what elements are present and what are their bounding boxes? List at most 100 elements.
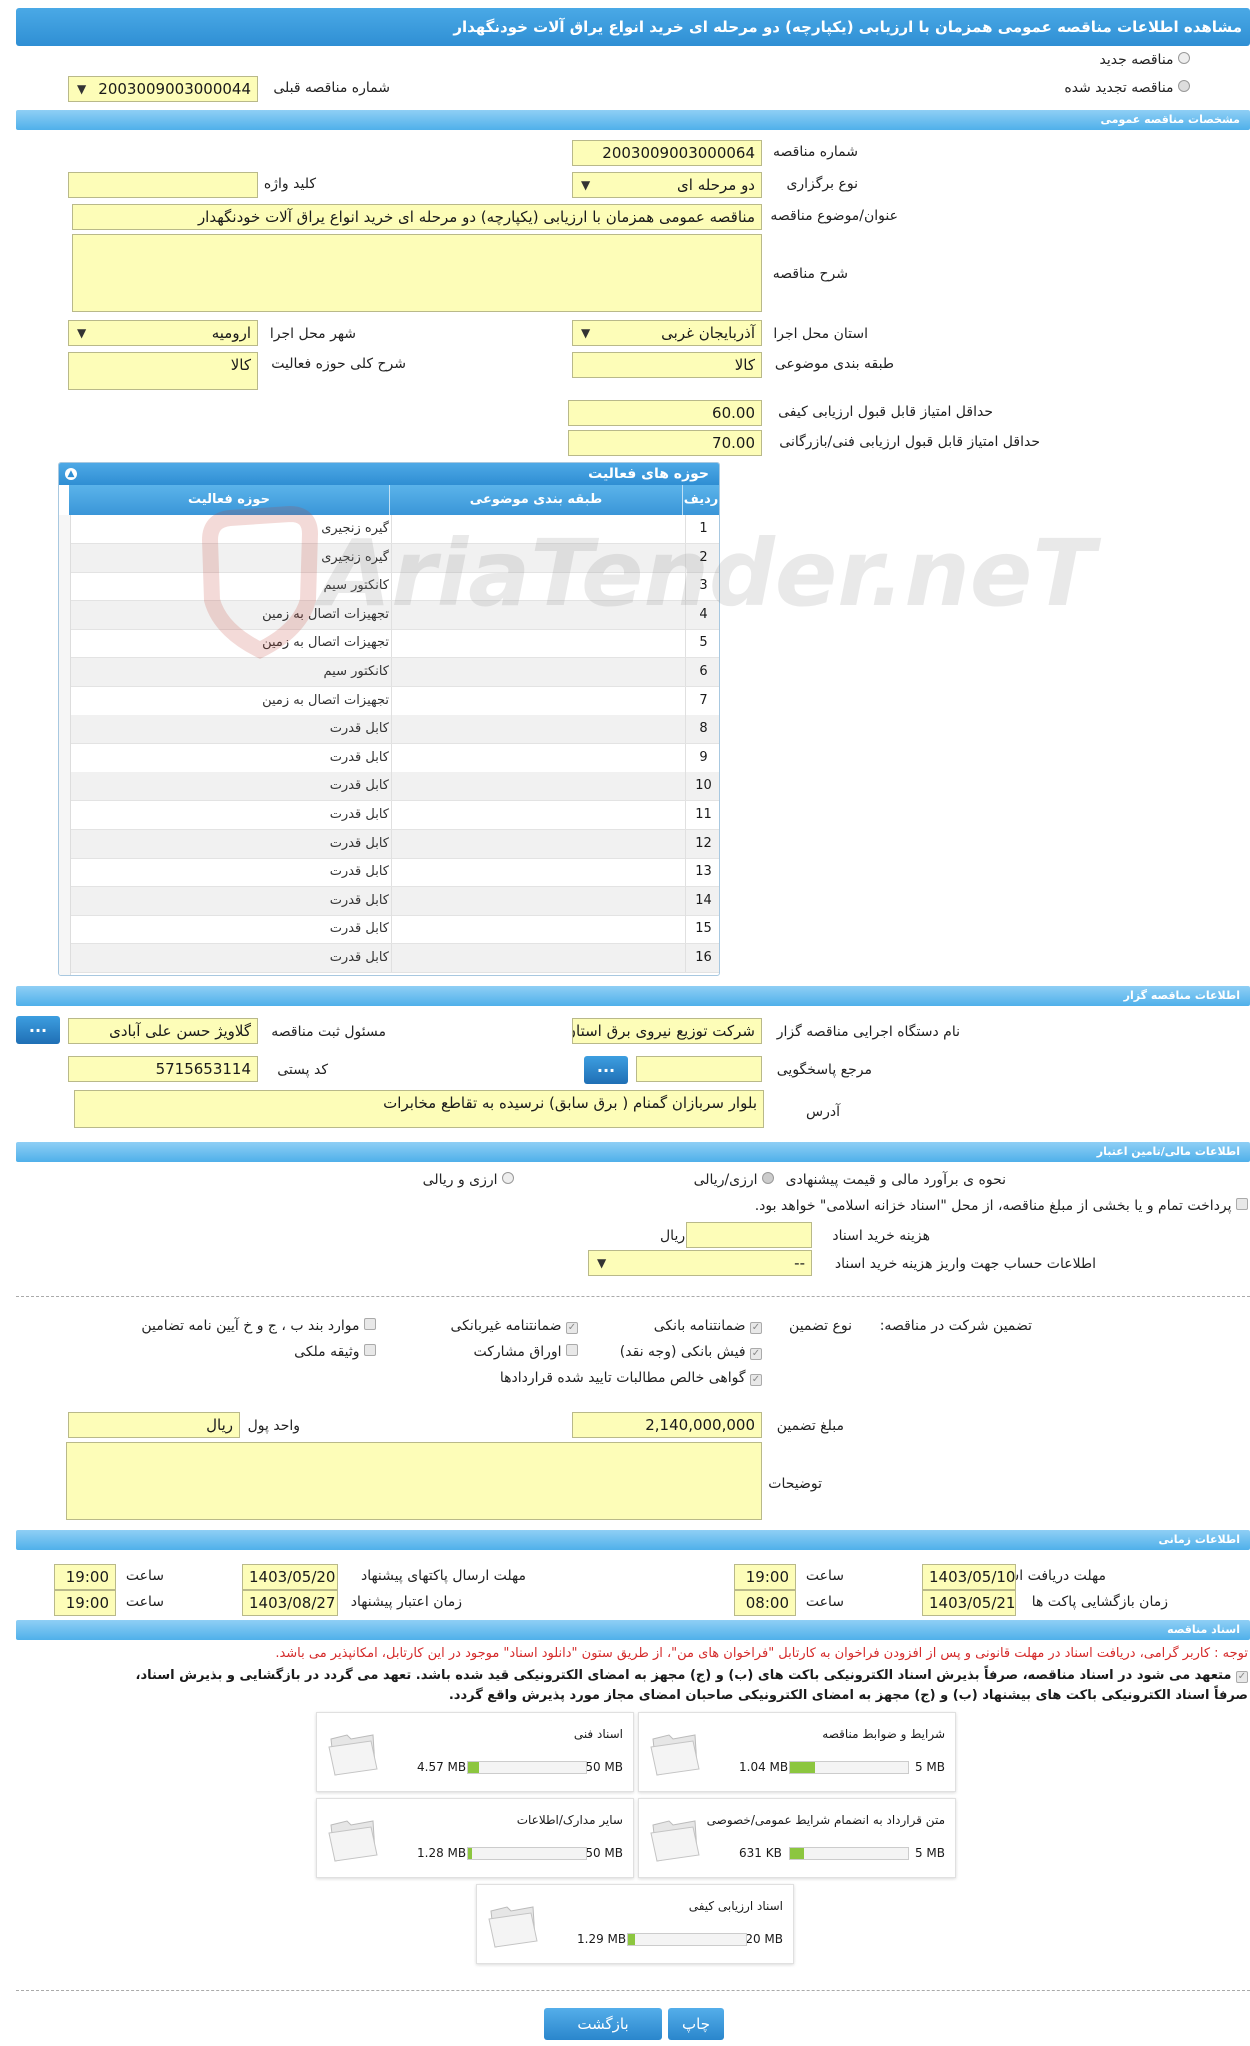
- section-general: مشخصات مناقصه عمومی: [16, 110, 1250, 130]
- radio-new-icon[interactable]: [1178, 52, 1190, 64]
- row-category: [391, 886, 685, 915]
- doc-name: سایر مدارک/اطلاعات: [516, 1813, 623, 1827]
- estimate-opt2-label: ارزی و ریالی: [422, 1172, 498, 1188]
- guarantee-type-6[interactable]: وثیقه ملکی: [294, 1344, 376, 1360]
- min-quality-field: 60.00: [568, 400, 762, 426]
- doc-progress-fill: [468, 1762, 479, 1773]
- account-value: --: [794, 1254, 805, 1272]
- grid-scrollbar[interactable]: [59, 515, 71, 975]
- print-button[interactable]: چاپ: [668, 2008, 724, 2040]
- row-number: 11: [685, 801, 719, 829]
- estimate-opt1[interactable]: ارزی/ریالی: [694, 1172, 774, 1188]
- estimate-opt2-radio-icon[interactable]: [502, 1172, 514, 1184]
- doc-card-1[interactable]: شرایط و ضوابط مناقصه 5 MB 1.04 MB: [638, 1712, 956, 1792]
- estimate-opt2[interactable]: ارزی و ریالی: [423, 1172, 514, 1188]
- table-row[interactable]: 12 کابل قدرت: [71, 829, 719, 859]
- doc-cost-unit: ریال: [660, 1228, 686, 1244]
- back-button[interactable]: بازگشت: [544, 2008, 662, 2040]
- guarantee-type-3-label: موارد بند ب ، ج و خ آیین نامه تضامین: [141, 1318, 360, 1334]
- response-ref-lookup-button[interactable]: ...: [584, 1056, 628, 1084]
- commitment-line-1: ✓ متعهد می شود در اسناد مناقصه، صرفاً بذ…: [136, 1668, 1248, 1683]
- currency-label: واحد پول: [247, 1418, 300, 1434]
- table-row[interactable]: 5 تجهیزات اتصال به زمین: [71, 629, 719, 659]
- treasury-checkbox-icon[interactable]: [1236, 1198, 1248, 1210]
- table-row[interactable]: 9 کابل قدرت: [71, 743, 719, 773]
- holding-type-label: نوع برگزاری: [786, 176, 858, 192]
- table-row[interactable]: 14 کابل قدرت: [71, 886, 719, 916]
- table-row[interactable]: 2 گیره زنجیری: [71, 543, 719, 573]
- commitment-text-1: متعهد می شود در اسناد مناقصه، صرفاً بذیر…: [135, 1668, 1232, 1683]
- divider: [16, 1296, 1250, 1297]
- row-activity: گیره زنجیری: [321, 521, 389, 536]
- estimate-label: نحوه ی برآورد مالی و قیمت پیشنهادی: [785, 1172, 1006, 1188]
- guarantee-type-1-label: ضمانتنامه بانکی: [653, 1318, 746, 1334]
- doc-card-2[interactable]: اسناد فنی 50 MB 4.57 MB: [316, 1712, 634, 1792]
- description-label: شرح مناقصه: [772, 266, 848, 282]
- commit-checkbox-icon[interactable]: ✓: [1236, 1671, 1248, 1683]
- registrar-lookup-button[interactable]: ...: [16, 1016, 60, 1044]
- checkbox-icon[interactable]: [566, 1344, 578, 1356]
- table-row[interactable]: 15 کابل قدرت: [71, 915, 719, 945]
- checkbox-icon[interactable]: ✓: [750, 1322, 762, 1334]
- table-row[interactable]: 4 تجهیزات اتصال به زمین: [71, 600, 719, 630]
- postal-field: 5715653114: [68, 1056, 258, 1082]
- doc-card-4[interactable]: سایر مدارک/اطلاعات 50 MB 1.28 MB: [316, 1798, 634, 1878]
- page-title: مشاهده اطلاعات مناقصه عمومی همزمان با ار…: [453, 18, 1242, 36]
- validity-field: 1403/08/27: [242, 1590, 338, 1616]
- table-row[interactable]: 8 کابل قدرت: [71, 715, 719, 745]
- activity-grid: حوزه های فعالیت ▲ ردیف طبقه بندی موضوعی …: [58, 462, 720, 976]
- guarantee-type-7[interactable]: ✓ گواهی خالص مطالبات تایید شده قراردادها: [500, 1370, 762, 1386]
- row-activity: کابل قدرت: [329, 835, 389, 851]
- province-select[interactable]: آذربایجان غربی ▼: [572, 320, 762, 346]
- guarantee-type-2[interactable]: ✓ ضمانتنامه غیربانکی: [451, 1318, 578, 1334]
- row-category: [391, 829, 685, 858]
- description-field: [72, 234, 762, 312]
- min-technical-field: 70.00: [568, 430, 762, 456]
- previous-tender-select[interactable]: 2003009003000044 ▼: [68, 76, 258, 102]
- opening-time-label: ساعت: [805, 1594, 844, 1610]
- checkbox-icon[interactable]: ✓: [750, 1374, 762, 1386]
- row-category: [391, 772, 685, 801]
- table-row[interactable]: 10 کابل قدرت: [71, 772, 719, 802]
- radio-new-tender[interactable]: مناقصه جدید: [1100, 52, 1190, 68]
- collapse-icon[interactable]: ▲: [65, 468, 77, 480]
- account-select[interactable]: -- ▼: [588, 1250, 812, 1276]
- table-row[interactable]: 16 کابل قدرت: [71, 944, 719, 973]
- activity-grid-title: حوزه های فعالیت ▲: [59, 463, 719, 485]
- table-row[interactable]: 13 کابل قدرت: [71, 858, 719, 888]
- guarantee-type-4[interactable]: ✓ فیش بانکی (وجه نقد): [620, 1344, 762, 1360]
- doc-name: اسناد ارزیابی کیفی: [688, 1899, 783, 1913]
- radio-renewed-tender[interactable]: مناقصه تجدید شده: [1064, 80, 1190, 96]
- doc-card-5[interactable]: اسناد ارزیابی کیفی 20 MB 1.29 MB: [476, 1884, 794, 1964]
- checkbox-icon[interactable]: [364, 1318, 376, 1330]
- city-label: شهر محل اجرا: [269, 326, 356, 342]
- guarantee-type-5[interactable]: اوراق مشارکت: [474, 1344, 578, 1360]
- checkbox-icon[interactable]: ✓: [750, 1348, 762, 1360]
- table-row[interactable]: 6 کانکتور سیم: [71, 658, 719, 687]
- divider: [16, 1990, 1250, 1991]
- table-row[interactable]: 1 گیره زنجیری: [71, 515, 719, 544]
- keyword-field[interactable]: [68, 172, 258, 198]
- doc-card-3[interactable]: متن قرارداد به انضمام شرایط عمومی/خصوصی …: [638, 1798, 956, 1878]
- table-row[interactable]: 3 کانکتور سیم: [71, 572, 719, 602]
- row-category: [391, 944, 685, 972]
- treasury-note[interactable]: پرداخت تمام و یا بخشی از مبلغ مناقصه، از…: [755, 1198, 1248, 1214]
- category-field: کالا: [572, 352, 762, 378]
- city-select[interactable]: ارومیه ▼: [68, 320, 258, 346]
- checkbox-icon[interactable]: ✓: [566, 1322, 578, 1334]
- checkbox-icon[interactable]: [364, 1344, 376, 1356]
- doc-progress-fill: [468, 1848, 472, 1859]
- table-row[interactable]: 7 تجهیزات اتصال به زمین: [71, 686, 719, 716]
- holding-type-select[interactable]: دو مرحله ای ▼: [572, 172, 762, 198]
- notes-field: [66, 1442, 762, 1520]
- guarantee-type-1[interactable]: ✓ ضمانتنامه بانکی: [654, 1318, 762, 1334]
- estimate-opt1-radio-icon[interactable]: [762, 1172, 774, 1184]
- validity-time-field: 19:00: [54, 1590, 116, 1616]
- guarantee-type-3[interactable]: موارد بند ب ، ج و خ آیین نامه تضامین: [141, 1318, 376, 1334]
- estimate-opt1-label: ارزی/ریالی: [693, 1172, 758, 1188]
- row-category: [391, 715, 685, 744]
- registrar-label: مسئول ثبت مناقصه: [271, 1024, 386, 1040]
- radio-renewed-icon[interactable]: [1178, 80, 1190, 92]
- table-row[interactable]: 11 کابل قدرت: [71, 801, 719, 830]
- documents-notice: توجه : کاربر گرامی، دریافت اسناد در مهلت…: [275, 1646, 1248, 1661]
